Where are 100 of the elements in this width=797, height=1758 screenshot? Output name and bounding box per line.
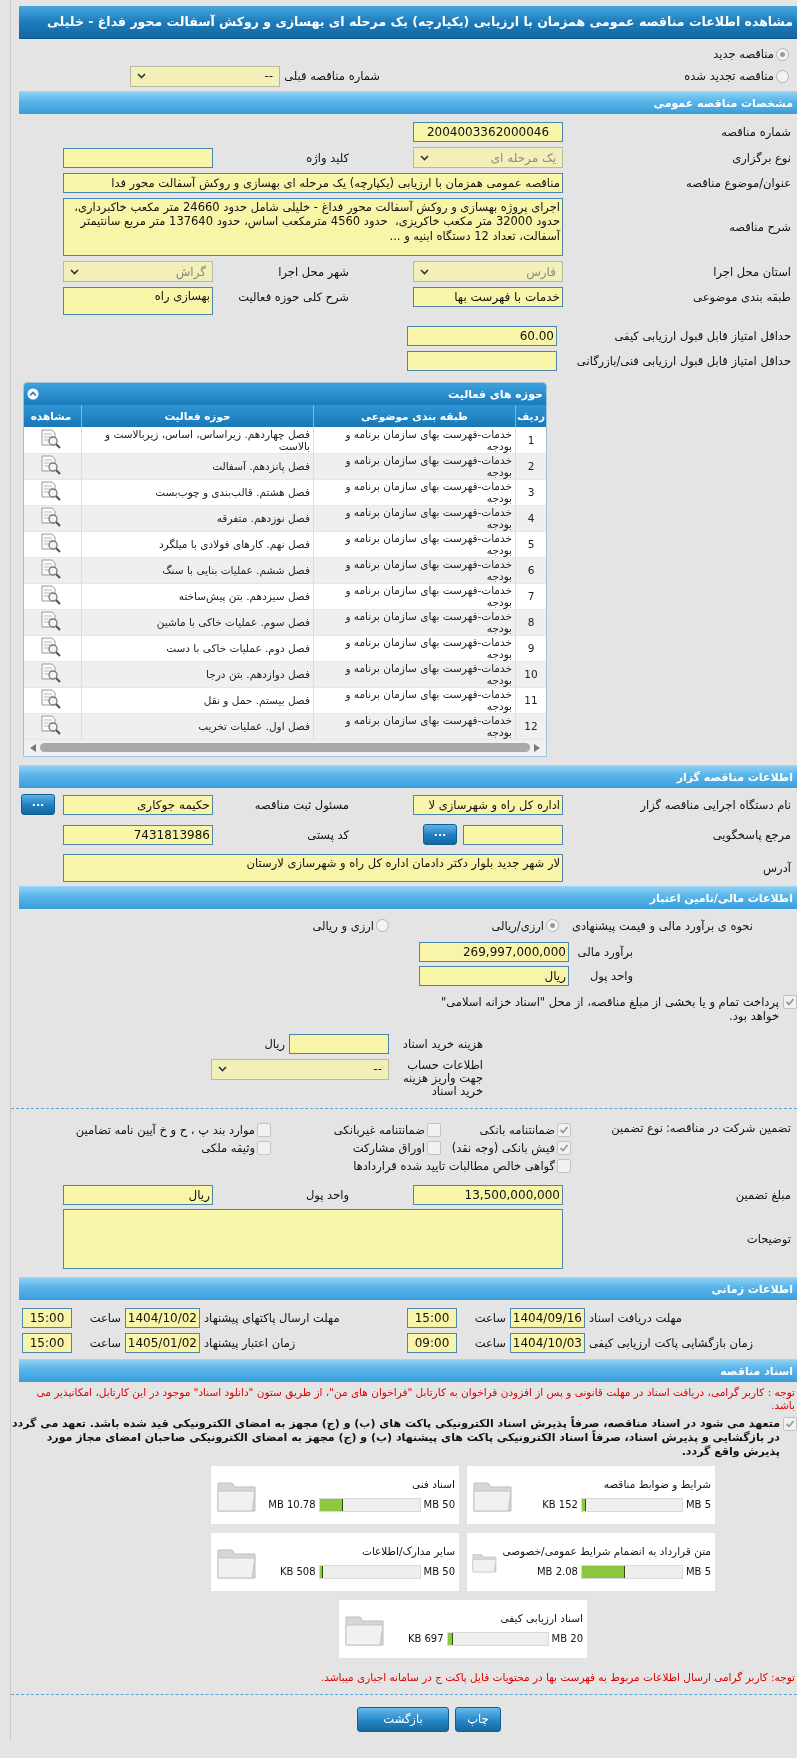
table-cell: خدمات-فهرست بهای سازمان برنامه و بودجه	[313, 661, 516, 687]
text-field[interactable]: 13,500,000,000	[413, 1184, 563, 1205]
document-search-icon[interactable]	[40, 611, 62, 631]
text-field[interactable]: ریال	[63, 1184, 213, 1205]
text-field[interactable]: 15:00	[22, 1307, 72, 1328]
dropdown[interactable]: --	[211, 1058, 389, 1080]
field-label: برآورد مالی	[576, 944, 634, 959]
field-label: مهلت ارسال پاکتهای پیشنهاد	[203, 1310, 341, 1325]
field-label: توضیحات	[745, 1231, 792, 1246]
checkbox[interactable]	[557, 1158, 571, 1173]
table-cell: خدمات-فهرست بهای سازمان برنامه و بودجه	[313, 687, 516, 713]
notice-text: توجه : کاربر گرامی، دریافت اسناد در مهلت قانونی و پس از افزودن فراخوان به کارتابل "فراخوان های من"، از طریق ستون "دانلود اسناد" موجود در این کارتابل، امکانپذیر می باشد.	[35, 1385, 796, 1412]
checkbox[interactable]	[783, 994, 797, 1009]
file-name: اسناد ارزیابی کیفی	[499, 1611, 583, 1624]
print-button[interactable]: چاپ	[455, 1706, 501, 1732]
field-label: شهر محل اجرا	[277, 264, 350, 279]
checkbox[interactable]	[427, 1140, 441, 1155]
text-field[interactable]: خدمات با فهرست بها	[413, 287, 563, 307]
radio-button[interactable]	[776, 69, 789, 83]
scroll-right-icon[interactable]	[534, 743, 540, 752]
text-field[interactable]: 1404/09/16	[510, 1307, 585, 1328]
field-label: تضمین شرکت در مناقصه:	[667, 1120, 792, 1135]
field-label: زمان اعتبار پیشنهاد	[203, 1335, 297, 1350]
text-field[interactable]: 2004003362000046	[413, 122, 563, 142]
document-search-icon[interactable]	[40, 481, 62, 501]
document-search-icon[interactable]	[40, 559, 62, 579]
text-field[interactable]: مناقصه عمومی همزمان با ارزیابی (یکپارچه) یک مرحله ای بهسازی و روکش آسفالت محور فدا	[63, 173, 563, 193]
text-field[interactable]: 09:00	[407, 1332, 457, 1353]
document-search-icon[interactable]	[40, 507, 62, 527]
browse-button[interactable]: ...	[423, 824, 457, 845]
text-field[interactable]: 15:00	[22, 1332, 72, 1353]
checkbox-option[interactable]: ضمانتنامه بانکی	[441, 1122, 571, 1137]
radio-option[interactable]: ارزی و ریالی	[312, 918, 389, 933]
text-field[interactable]: 1404/10/03	[510, 1332, 585, 1353]
document-search-icon[interactable]	[40, 663, 62, 683]
checkbox[interactable]	[557, 1140, 571, 1155]
text-field[interactable]: 7431813986	[63, 824, 213, 845]
dropdown[interactable]: --	[130, 65, 281, 87]
text-area[interactable]: بهسازی راه	[63, 287, 213, 315]
checkbox-option[interactable]: گواهی خالص مطالبات تایید شده قراردادها	[11, 1158, 571, 1173]
document-search-icon[interactable]	[40, 585, 62, 605]
field-label: مهلت دریافت اسناد	[588, 1310, 683, 1325]
checkbox[interactable]	[557, 1122, 571, 1137]
field-label: شماره مناقصه قبلی	[283, 69, 381, 83]
checkbox-option[interactable]: ضمانتنامه غیربانکی	[271, 1122, 441, 1137]
column-header: مشاهده	[24, 405, 82, 427]
document-search-icon[interactable]	[40, 637, 62, 657]
text-field[interactable]	[463, 824, 563, 845]
checkbox[interactable]	[257, 1122, 271, 1137]
table-cell: فصل پانزدهم. آسفالت	[81, 453, 314, 479]
text-field[interactable]: ریال	[419, 965, 569, 986]
table-cell: خدمات-فهرست بهای سازمان برنامه و بودجه	[313, 713, 516, 739]
document-search-icon[interactable]	[40, 689, 62, 709]
text-field[interactable]: 1405/01/02	[125, 1332, 200, 1353]
table-cell: خدمات-فهرست بهای سازمان برنامه و بودجه	[313, 635, 516, 661]
text-field[interactable]	[407, 351, 557, 371]
checkbox-option[interactable]: وثیقه ملکی	[11, 1140, 271, 1155]
checkbox-option[interactable]: موارد بند پ ، ح و خ آیین نامه تضامین	[11, 1122, 271, 1137]
document-search-icon[interactable]	[40, 715, 62, 735]
checkbox[interactable]	[257, 1140, 271, 1155]
field-label: نوع تضمین	[610, 1120, 664, 1135]
radio-option[interactable]: مناقصه تجدید شده	[384, 69, 789, 83]
text-field[interactable]: 1404/10/02	[125, 1307, 200, 1328]
text-field[interactable]	[289, 1033, 389, 1054]
file-name: شرایط و ضوابط مناقصه	[602, 1477, 711, 1490]
browse-button[interactable]: ...	[21, 794, 55, 815]
radio-option[interactable]: ارزی/ریالی	[389, 918, 559, 933]
text-field[interactable]: حکیمه جوکاری	[63, 794, 213, 815]
text-field[interactable]: 15:00	[407, 1307, 457, 1328]
checkbox-option[interactable]: اوراق مشارکت	[271, 1140, 441, 1155]
text-field[interactable]	[63, 147, 213, 168]
radio-button[interactable]	[376, 919, 389, 932]
radio-option[interactable]: مناقصه جدید	[713, 47, 789, 61]
text-area[interactable]: اجرای پروژه بهسازی و روکش آسفالت محور فداغ - خلیلی شامل حدود 24660 متر مکعب خاکبرداری، حدود 32000 متر مکعب خاکریزی، حدود 4560 مترمکعب اساس، حدود 137640 متر مربع سانتیمتر آسفالت، تعداد 12 دستگاه ابنیه و ...	[63, 198, 563, 256]
table-cell: خدمات-فهرست بهای سازمان برنامه و بودجه	[313, 505, 516, 531]
table-cell: خدمات-فهرست بهای سازمان برنامه و بودجه	[313, 479, 516, 505]
field-label: کلید واژه	[305, 150, 350, 165]
table-cell: خدمات-فهرست بهای سازمان برنامه و بودجه	[313, 583, 516, 609]
text-area[interactable]	[63, 1208, 563, 1269]
checkbox[interactable]	[427, 1122, 441, 1137]
field-label: کد پستی	[306, 827, 350, 842]
max-size: 50 MB	[423, 1566, 455, 1577]
back-button[interactable]: بازگشت	[357, 1706, 449, 1732]
text-area[interactable]: لار شهر جدید بلوار دکتر دادمان اداره کل راه و شهرسازی لارستان	[63, 853, 563, 882]
file-name: متن قرارداد به انضمام شرایط عمومی/خصوصی	[502, 1544, 711, 1557]
scroll-left-icon[interactable]	[30, 743, 36, 752]
radio-button[interactable]	[776, 47, 789, 61]
document-search-icon[interactable]	[40, 428, 62, 449]
document-search-icon[interactable]	[40, 455, 62, 475]
collapse-icon[interactable]	[27, 388, 39, 400]
table-cell: 3	[515, 479, 546, 505]
checkbox[interactable]	[783, 1416, 797, 1431]
document-search-icon[interactable]	[40, 533, 62, 553]
text-field[interactable]: 60.00	[407, 326, 557, 346]
checkbox-option[interactable]: فیش بانکی (وجه نقد)	[441, 1140, 571, 1155]
text-field[interactable]: 269,997,000,000	[419, 941, 569, 962]
table-cell: خدمات-فهرست بهای سازمان برنامه و بودجه	[313, 557, 516, 583]
text-field[interactable]: اداره کل راه و شهرسازی لا	[413, 794, 563, 815]
caret-icon	[420, 268, 429, 275]
radio-button[interactable]	[546, 919, 559, 932]
